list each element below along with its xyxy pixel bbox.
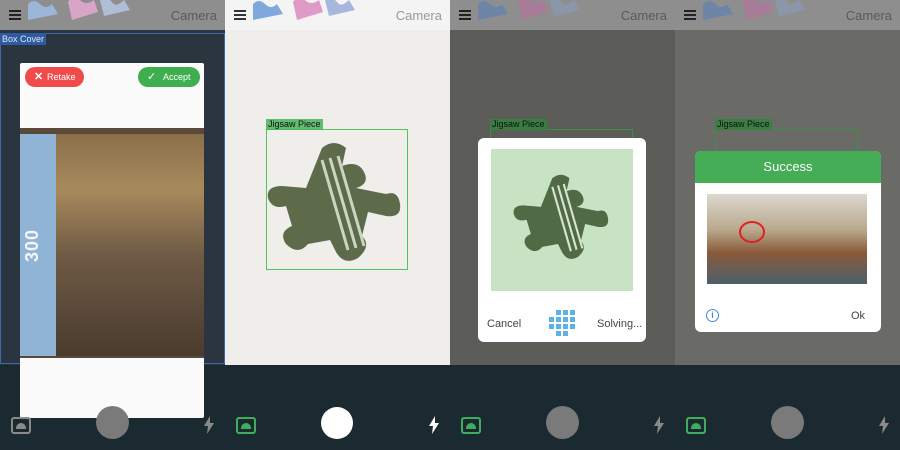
shutter-button[interactable]	[771, 406, 804, 439]
jigsaw-piece-image	[267, 143, 401, 261]
top-bar: Camera	[675, 0, 900, 30]
accept-button[interactable]: ✓ Accept	[138, 67, 200, 87]
shutter-button[interactable]	[546, 406, 579, 439]
shutter-button[interactable]	[321, 407, 353, 439]
puzzle-logo-icon	[28, 0, 130, 20]
top-bar: Camera	[0, 0, 225, 30]
gallery-icon[interactable]	[461, 417, 481, 434]
top-bar: Camera	[450, 0, 675, 30]
info-icon[interactable]: i	[706, 309, 719, 322]
menu-icon[interactable]	[684, 10, 696, 20]
ok-button[interactable]: Ok	[851, 310, 865, 322]
retake-button[interactable]: ✕ Retake	[25, 67, 84, 87]
close-icon: ✕	[34, 71, 44, 83]
page-title: Camera	[170, 8, 217, 23]
box-cover-detection-label: Box Cover	[0, 33, 47, 45]
page-title: Camera	[845, 8, 892, 23]
success-dialog	[695, 151, 881, 332]
retake-label: Retake	[47, 72, 76, 82]
solving-dialog	[478, 138, 646, 342]
box-spine-text: 300	[22, 228, 42, 262]
screen-box-cover-review: Camera Box Cover 300 ✕ Retake ✓ Accept	[0, 0, 225, 450]
jigsaw-piece-detection-label: Jigsaw Piece	[266, 119, 323, 130]
puzzle-logo-icon	[703, 0, 805, 20]
flash-icon[interactable]	[428, 416, 440, 434]
page-title: Camera	[395, 8, 442, 23]
puzzle-logo-icon	[478, 0, 580, 20]
top-bar: Camera	[225, 0, 450, 30]
flash-icon[interactable]	[653, 416, 665, 434]
screen-piece-detected: Camera Jigsaw Piece	[225, 0, 450, 450]
flash-icon[interactable]	[203, 416, 215, 434]
menu-icon[interactable]	[459, 10, 471, 20]
page-title: Camera	[620, 8, 667, 23]
jigsaw-piece-detection-label: Jigsaw Piece	[715, 119, 772, 130]
box-cover-artwork	[56, 134, 204, 356]
shutter-button[interactable]	[96, 406, 129, 439]
flash-icon[interactable]	[878, 416, 890, 434]
gallery-icon[interactable]	[236, 417, 256, 434]
gallery-icon[interactable]	[686, 417, 706, 434]
menu-icon[interactable]	[9, 10, 21, 20]
cancel-button[interactable]: Cancel	[487, 318, 521, 330]
check-icon: ✓	[147, 71, 157, 83]
menu-icon[interactable]	[234, 10, 246, 20]
jigsaw-piece-detection-label: Jigsaw Piece	[490, 119, 547, 130]
gallery-icon[interactable]	[11, 417, 31, 434]
puzzle-logo-icon	[253, 0, 355, 20]
accept-label: Accept	[163, 72, 191, 82]
